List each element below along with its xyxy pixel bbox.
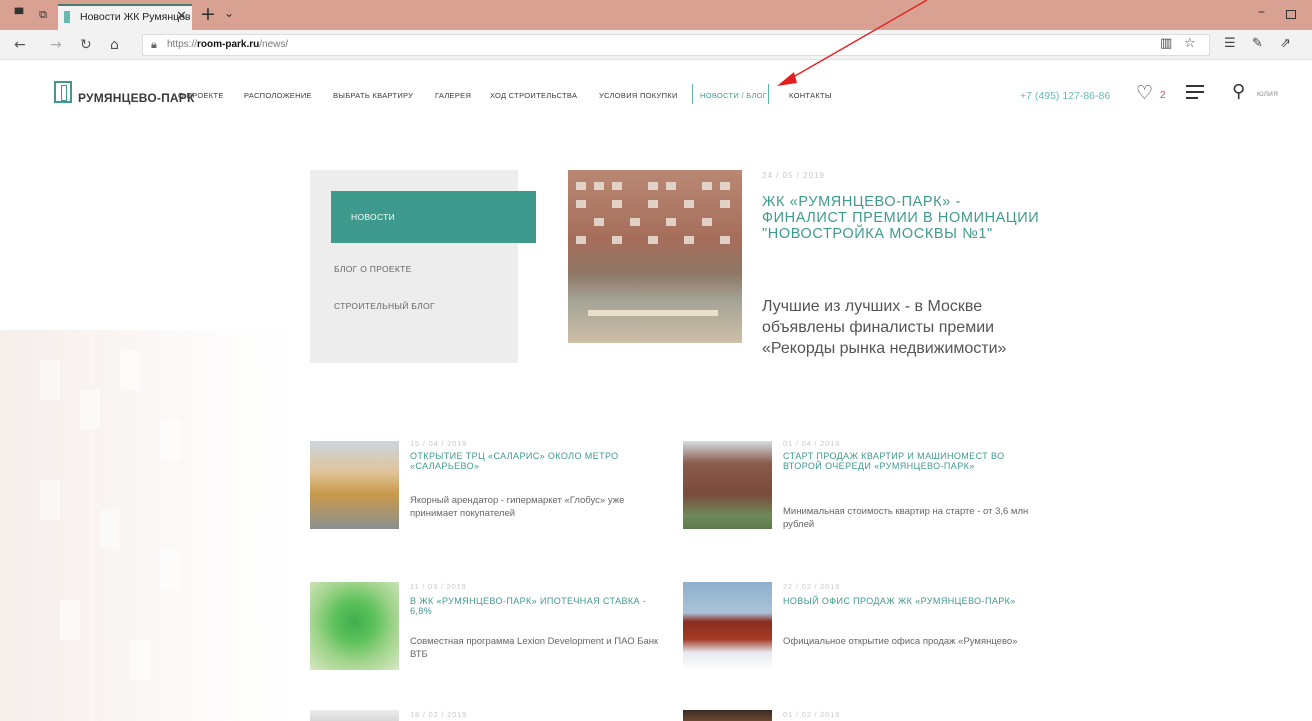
news-date: 18 / 02 / 2019: [410, 710, 468, 719]
news-date: 01 / 04 / 2019: [783, 439, 841, 448]
nav-purchase-terms[interactable]: УСЛОВИЯ ПОКУПКИ: [599, 91, 678, 100]
url-text: https://room-park.ru/news/: [167, 39, 288, 50]
url-path: /news/: [259, 39, 289, 50]
nav-location[interactable]: РАСПОЛОЖЕНИЕ: [244, 91, 312, 100]
forward-icon[interactable]: →: [50, 37, 62, 53]
featured-news-image[interactable]: [568, 170, 742, 343]
site-header: РУМЯНЦЕВО-ПАРК О ПРОЕКТЕ РАСПОЛОЖЕНИЕ ВЫ…: [0, 60, 1312, 130]
nav-news-blog[interactable]: НОВОСТИ / БЛОГ: [700, 91, 767, 100]
refresh-icon[interactable]: ↻: [80, 37, 92, 53]
news-image-sales-start[interactable]: [683, 441, 772, 529]
url-prefix: https://: [167, 39, 198, 50]
news-date: 22 / 02 / 2019: [783, 582, 841, 591]
news-title[interactable]: ОТКРЫТИЕ ТРЦ «САЛАРИС» ОКОЛО МЕТРО «САЛА…: [410, 451, 660, 471]
minimize-icon[interactable]: –: [1258, 4, 1265, 20]
news-description: Якорный арендатор - гипермаркет «Глобус»…: [410, 495, 625, 519]
home-icon[interactable]: ⌂: [110, 37, 119, 53]
address-bar[interactable]: 🔒︎ https://room-park.ru/news/: [142, 34, 1210, 56]
phone-link[interactable]: +7 (495) 127-86-86: [1020, 90, 1110, 102]
url-domain: room-park.ru: [197, 39, 260, 50]
news-image-salaris[interactable]: [310, 441, 399, 529]
site-favicon-icon: [64, 11, 70, 23]
tab-preview-icon[interactable]: ⧉: [36, 8, 50, 22]
browser-toolbar: ← → ↻ ⌂ 🔒︎ https://room-park.ru/news/ ▥ …: [0, 30, 1312, 60]
nav-contacts[interactable]: КОНТАКТЫ: [789, 91, 832, 100]
side-menu-construction-blog[interactable]: СТРОИТЕЛЬНЫЙ БЛОГ: [334, 301, 435, 311]
close-tab-icon[interactable]: ✕: [176, 9, 187, 24]
featured-news-date: 24 / 05 / 2019: [762, 171, 825, 180]
new-tab-icon[interactable]: +: [200, 3, 216, 25]
background-building-image: [0, 330, 300, 721]
tab-actions-icon[interactable]: ▀: [12, 8, 26, 22]
featured-news-description: Лучшие из лучших - в Москве объявлены фи…: [762, 298, 1007, 357]
news-side-menu: НОВОСТИ БЛОГ О ПРОЕКТЕ СТРОИТЕЛЬНЫЙ БЛОГ: [310, 170, 536, 363]
nav-about[interactable]: О ПРОЕКТЕ: [178, 91, 224, 100]
favorites-count: 2: [1160, 90, 1166, 101]
nav-choose-apartment[interactable]: ВЫБРАТЬ КВАРТИРУ: [333, 91, 413, 100]
featured-news-title[interactable]: ЖК «РУМЯНЦЕВО-ПАРК» - ФИНАЛИСТ ПРЕМИИ В …: [762, 194, 1042, 242]
browser-tab[interactable]: Новости ЖК Румянцев ✕: [58, 4, 192, 30]
site-logo-text[interactable]: РУМЯНЦЕВО-ПАРК: [78, 91, 194, 105]
news-image-partial[interactable]: [310, 710, 399, 721]
share-icon[interactable]: ⇗: [1280, 36, 1291, 51]
news-description: Минимальная стоимость квартир на старте …: [783, 506, 1029, 530]
user-name[interactable]: ЮЛИЯ: [1257, 91, 1278, 98]
news-date: 11 / 03 / 2019: [410, 582, 467, 591]
chevron-down-icon[interactable]: ⌄: [224, 6, 234, 20]
news-description: Официальное открытие офиса продаж «Румян…: [783, 636, 1018, 647]
nav-gallery[interactable]: ГАЛЕРЕЯ: [435, 91, 471, 100]
news-date: 01 / 02 / 2019: [783, 710, 841, 719]
notes-pen-icon[interactable]: ✎: [1252, 36, 1263, 51]
menu-icon[interactable]: [1186, 85, 1204, 99]
news-date: 15 / 04 / 2019: [410, 439, 468, 448]
news-title[interactable]: В ЖК «РУМЯНЦЕВО-ПАРК» ИПОТЕЧНАЯ СТАВКА -…: [410, 596, 660, 616]
news-title[interactable]: НОВЫЙ ОФИС ПРОДАЖ ЖК «РУМЯНЦЕВО-ПАРК»: [783, 596, 1033, 606]
browser-tab-bar: ▀ ⧉ Новости ЖК Румянцев ✕ + ⌄ –: [0, 0, 1312, 30]
restore-window-icon[interactable]: [1286, 10, 1296, 19]
side-menu-news-label: НОВОСТИ: [351, 212, 396, 222]
nav-construction[interactable]: ХОД СТРОИТЕЛЬСТВА: [490, 91, 577, 100]
back-icon[interactable]: ←: [14, 37, 26, 53]
heart-icon[interactable]: ♡: [1136, 82, 1153, 104]
side-menu-project-blog[interactable]: БЛОГ О ПРОЕКТЕ: [334, 264, 412, 274]
side-menu-news[interactable]: НОВОСТИ: [331, 191, 536, 243]
lock-icon: 🔒︎: [151, 38, 157, 51]
favorites-list-icon[interactable]: ☰: [1224, 36, 1236, 51]
reading-view-icon[interactable]: ▥: [1160, 36, 1172, 51]
tab-title: Новости ЖК Румянцев: [80, 11, 191, 23]
news-image-partial[interactable]: [683, 710, 772, 721]
user-icon[interactable]: ⚲: [1232, 81, 1245, 102]
news-image-sales-office[interactable]: [683, 582, 772, 670]
logo-icon[interactable]: [54, 81, 72, 103]
news-description: Совместная программа Lexion Development …: [410, 636, 659, 660]
news-title[interactable]: СТАРТ ПРОДАЖ КВАРТИР И МАШИНОМЕСТ ВО ВТО…: [783, 451, 1033, 471]
news-image-mortgage[interactable]: [310, 582, 399, 670]
favorite-star-icon[interactable]: ☆: [1184, 36, 1196, 51]
